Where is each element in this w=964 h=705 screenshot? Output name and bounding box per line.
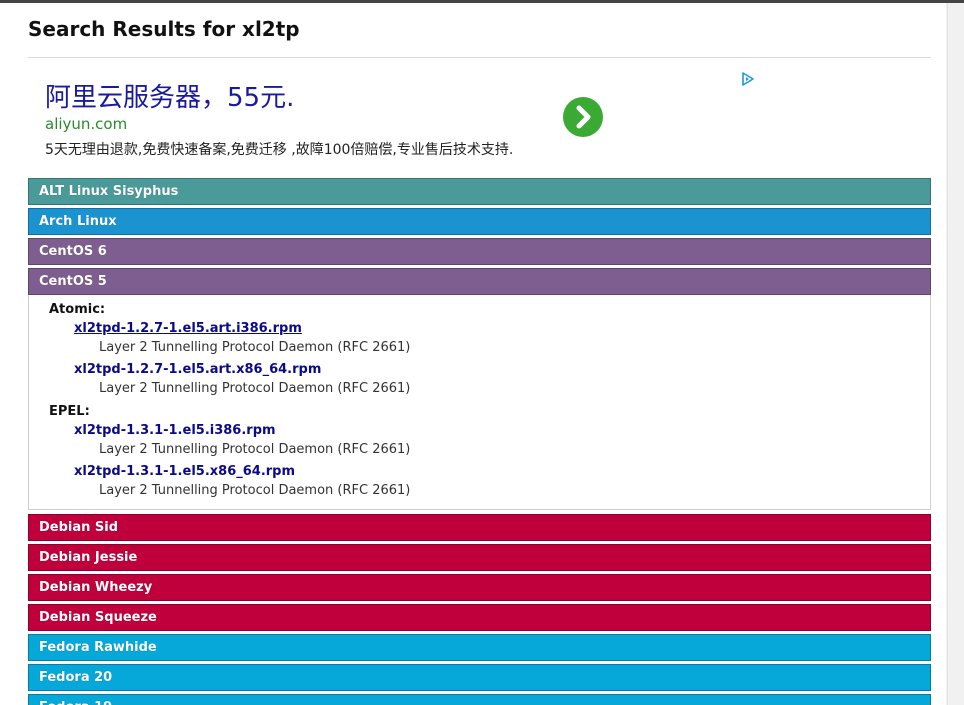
package-link[interactable]: xl2tpd-1.3.1-1.el5.x86_64.rpm (74, 462, 930, 481)
adchoices-icon[interactable] (741, 71, 755, 86)
repo-group-epel: EPEL: xl2tpd-1.3.1-1.el5.i386.rpm Layer … (29, 403, 930, 500)
distro-bar-debian-jessie[interactable]: Debian Jessie (28, 544, 931, 571)
ad-headline[interactable]: 阿里云服务器，55元. (45, 77, 294, 114)
title-divider (28, 57, 931, 58)
repo-group-atomic: Atomic: xl2tpd-1.2.7-1.el5.art.i386.rpm … (29, 301, 930, 398)
ad-domain[interactable]: aliyun.com (45, 115, 127, 133)
package-link[interactable]: xl2tpd-1.2.7-1.el5.art.i386.rpm (74, 319, 930, 338)
distro-bar-debian-wheezy[interactable]: Debian Wheezy (28, 574, 931, 601)
distro-bar-centos-6[interactable]: CentOS 6 (28, 238, 931, 265)
distro-bar-fedora-rawhide[interactable]: Fedora Rawhide (28, 634, 931, 661)
distro-bar-arch-linux[interactable]: Arch Linux (28, 208, 931, 235)
package-description: Layer 2 Tunnelling Protocol Daemon (RFC … (99, 381, 411, 396)
repo-name: Atomic: (49, 302, 106, 317)
distro-bar-fedora-19[interactable]: Fedora 19 (28, 694, 931, 705)
package-description: Layer 2 Tunnelling Protocol Daemon (RFC … (99, 340, 411, 355)
distro-bar-debian-sid[interactable]: Debian Sid (28, 514, 931, 541)
chevron-right-icon[interactable] (563, 97, 603, 137)
page-title: Search Results for xl2tp (28, 17, 300, 41)
distro-bar-centos-5[interactable]: CentOS 5 (28, 268, 931, 295)
ad-description: 5天无理由退款,免费快速备案,免费迁移 ,故障100倍赔偿,专业售后技术支持. (45, 142, 514, 158)
distro-bar-debian-squeeze[interactable]: Debian Squeeze (28, 604, 931, 631)
repo-name: EPEL: (49, 404, 90, 419)
package-description: Layer 2 Tunnelling Protocol Daemon (RFC … (99, 442, 411, 457)
package-link[interactable]: xl2tpd-1.2.7-1.el5.art.x86_64.rpm (74, 360, 930, 379)
advertisement[interactable]: 阿里云服务器，55元. aliyun.com 5天无理由退款,免费快速备案,免费… (28, 61, 931, 173)
centos-5-results-panel: Atomic: xl2tpd-1.2.7-1.el5.art.i386.rpm … (28, 295, 931, 510)
scrollbar-track[interactable] (947, 3, 964, 705)
package-description: Layer 2 Tunnelling Protocol Daemon (RFC … (99, 483, 411, 498)
distro-bar-alt-linux-sisyphus[interactable]: ALT Linux Sisyphus (28, 178, 931, 205)
package-link[interactable]: xl2tpd-1.3.1-1.el5.i386.rpm (74, 421, 930, 440)
distro-list: ALT Linux Sisyphus Arch Linux CentOS 6 C… (28, 178, 931, 705)
distro-bar-fedora-20[interactable]: Fedora 20 (28, 664, 931, 691)
page-content: Search Results for xl2tp 阿里云服务器，55元. ali… (0, 3, 946, 705)
